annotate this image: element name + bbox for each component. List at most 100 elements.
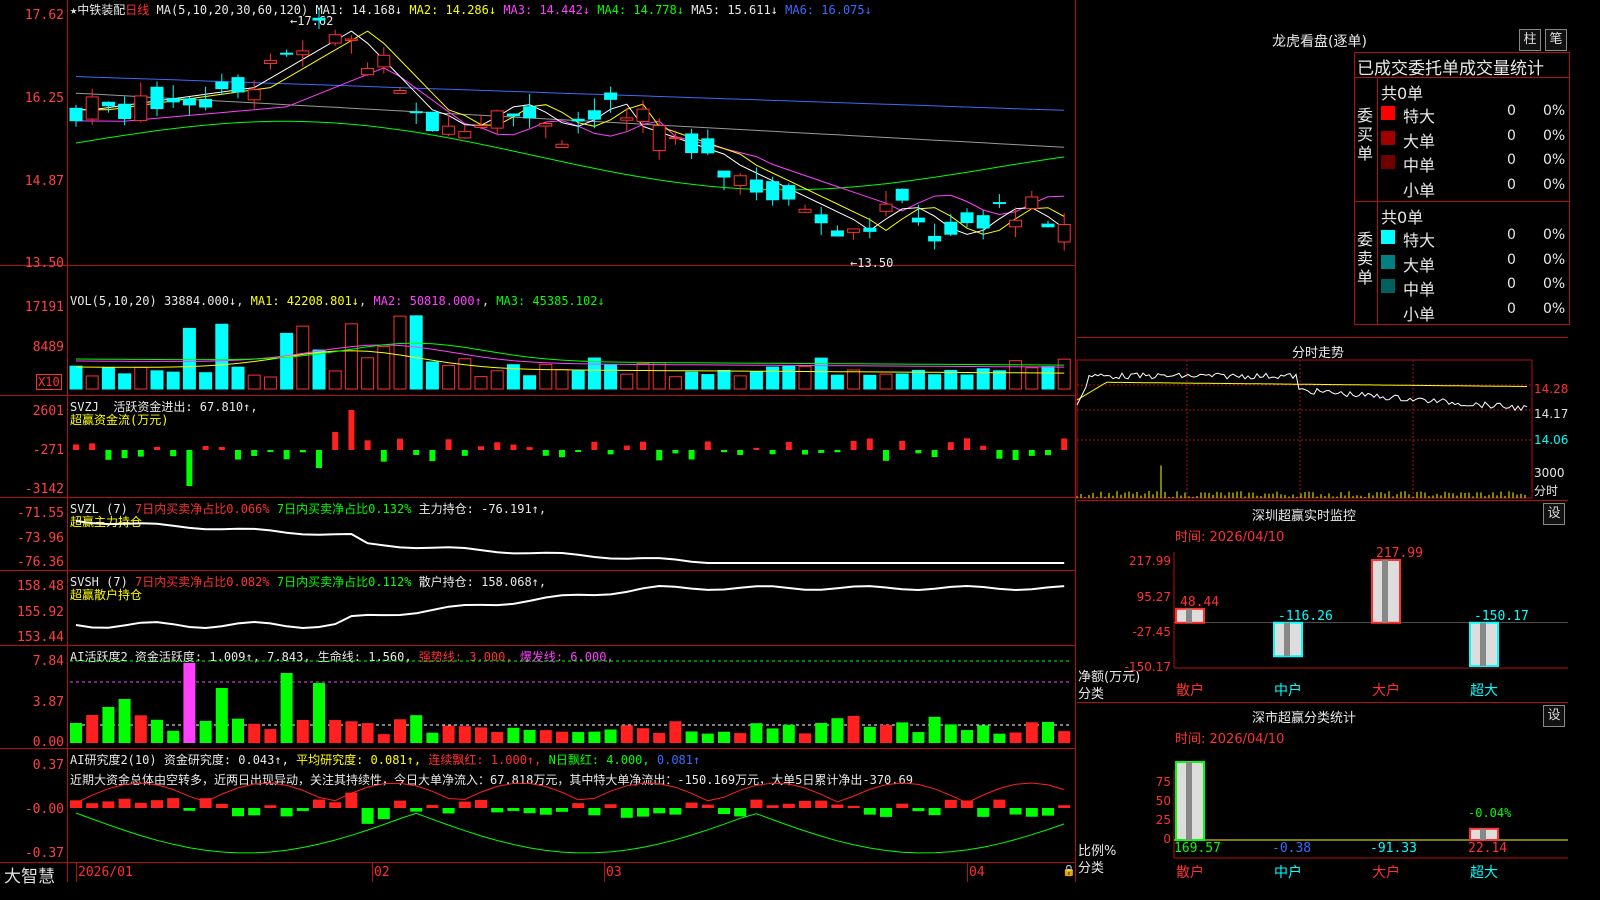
activity-bar <box>507 727 520 743</box>
research-bar <box>799 800 811 808</box>
research-bar <box>118 798 131 808</box>
divider <box>0 862 1076 863</box>
classify-value-label: -91.33 <box>1370 841 1417 856</box>
activity-bar <box>280 673 293 743</box>
tick-view-button[interactable]: 笔 <box>1545 29 1567 51</box>
research-bar <box>815 800 828 808</box>
candle-body <box>296 50 310 56</box>
flow-bar <box>866 438 873 450</box>
flow-bar <box>850 440 857 450</box>
candle-body <box>733 175 747 187</box>
activity-bar <box>572 732 585 743</box>
research-bar <box>426 805 439 808</box>
classify-settings-button[interactable]: 设 <box>1543 705 1565 727</box>
candle-body <box>490 110 504 129</box>
flow-bar <box>380 450 387 462</box>
flow-bar <box>688 450 695 460</box>
candle-body <box>344 38 358 41</box>
research-bar <box>831 804 844 808</box>
activity-bar <box>118 699 131 743</box>
candle-body <box>636 108 650 123</box>
research-bar <box>653 808 666 814</box>
flow-bar <box>931 450 938 458</box>
volume-bar <box>701 374 715 390</box>
intraday-chart[interactable] <box>1076 359 1568 500</box>
activity-bar <box>1025 722 1038 743</box>
order-row-count: 0 <box>1507 127 1516 144</box>
flow-bar <box>478 446 484 450</box>
lock-icon[interactable]: 🔒 <box>1062 864 1076 877</box>
activity-bar <box>961 730 973 743</box>
order-row-count: 0 <box>1507 176 1516 193</box>
candle-body <box>879 203 893 212</box>
order-row-name: 大单 <box>1403 255 1436 275</box>
volume-bar <box>523 375 537 390</box>
research-green-line <box>75 812 1065 854</box>
research-bar <box>215 803 228 808</box>
activity-bar <box>912 732 925 743</box>
flow-bar <box>332 432 339 450</box>
candle-body <box>506 113 520 117</box>
volume-bar <box>685 371 699 390</box>
volume-bar <box>749 371 763 390</box>
research-bar <box>685 802 698 808</box>
column-view-button[interactable]: 柱 <box>1519 29 1541 51</box>
flow-bar <box>1028 450 1035 456</box>
classify-category-label: 散户 <box>1176 864 1204 881</box>
research-bar <box>102 801 115 808</box>
candle-body <box>587 110 601 120</box>
research-bar <box>944 799 957 808</box>
order-row-name: 小单 <box>1403 304 1436 324</box>
candle-body <box>604 92 618 100</box>
flow-bar <box>672 450 679 454</box>
candle-body <box>1009 219 1023 228</box>
stats-tab-label: 已成交委托单成交量统计 <box>1357 59 1544 79</box>
flow-bar <box>186 450 193 486</box>
monitor-bar-chart: 48.44 -116.26 217.99 -150.17 散户 中户 大户 超大 <box>1173 546 1568 699</box>
order-row-pct: 0% <box>1543 152 1566 168</box>
volume-bar <box>733 375 747 390</box>
activity-bar <box>167 730 180 743</box>
volume-bar <box>263 376 277 390</box>
volume-bar <box>280 332 294 390</box>
monitor-bar-shade <box>1284 622 1290 657</box>
classify-bar-chart: -0.04% 169.57 -0.38 -91.33 22.14 散户 中户 大户 超大 <box>1173 761 1568 881</box>
activity-bar <box>701 733 714 743</box>
candle-body <box>425 111 439 132</box>
order-row-name: 特大 <box>1403 107 1436 126</box>
activity-bar <box>1009 732 1022 743</box>
research-bar <box>167 798 180 808</box>
classify-bar-shade <box>1186 762 1192 840</box>
flow-bar <box>364 440 371 450</box>
monitor-value-label: 217.99 <box>1376 546 1423 561</box>
research-bar <box>410 808 423 812</box>
activity-bar <box>70 723 82 743</box>
volume-bar <box>215 323 229 390</box>
activity-bar <box>475 727 487 743</box>
order-row-count: 0 <box>1507 152 1516 168</box>
research-bar <box>588 808 601 816</box>
research-bar <box>313 799 325 808</box>
flow-bar <box>883 450 889 461</box>
candle-body <box>652 125 666 152</box>
monitor-category-label: 超大 <box>1470 683 1498 699</box>
stats-tab[interactable]: 已成交委托单成交量统计 <box>1354 52 1570 79</box>
order-row-name: 小单 <box>1403 180 1436 200</box>
research-bar <box>151 800 163 808</box>
activity-bar <box>248 723 261 743</box>
monitor-settings-button[interactable]: 设 <box>1543 503 1565 525</box>
flow-bar <box>769 450 776 455</box>
classify-value-label: 169.57 <box>1174 841 1221 856</box>
order-color-swatch <box>1381 179 1395 194</box>
activity-bar <box>604 729 617 743</box>
candle-body <box>166 98 180 103</box>
research-bar <box>572 803 585 808</box>
volume-bar <box>717 369 731 390</box>
main-position-chart <box>75 520 1065 564</box>
research-bar <box>993 799 1006 808</box>
candle-body <box>377 54 391 68</box>
research-bar <box>1009 808 1022 815</box>
main-chart-area[interactable]: ★中铁装配日线 MA(5,10,20,30,60,120) MA1: 14.16… <box>0 0 1076 887</box>
candle-body <box>85 96 99 120</box>
order-row-name: 中单 <box>1403 156 1436 175</box>
